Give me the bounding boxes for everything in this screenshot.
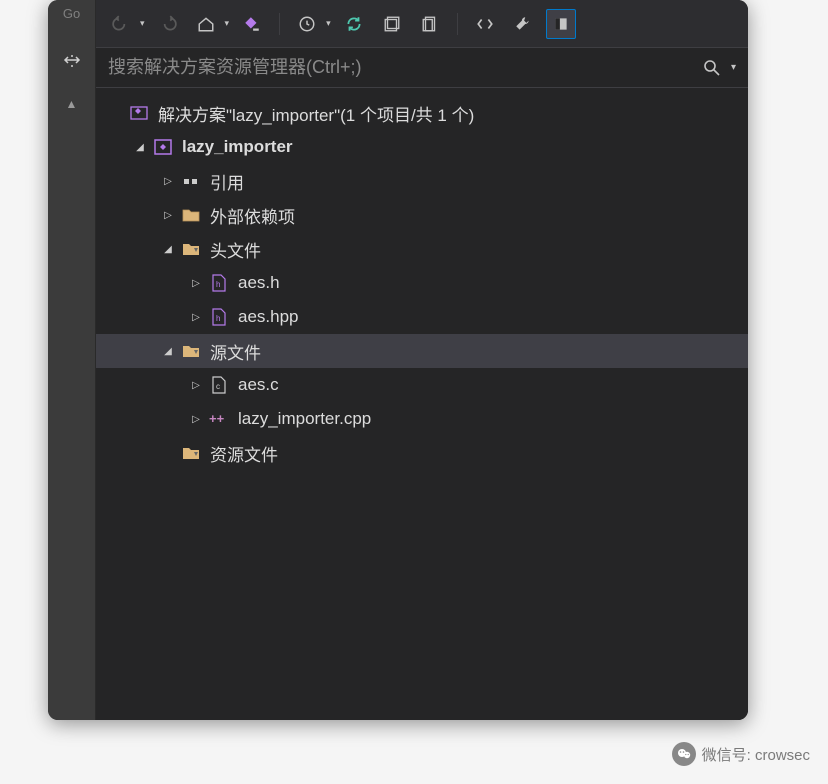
solution-tree: ▶ 解决方案"lazy_importer"(1 个项目/共 1 个) ◢ laz… xyxy=(96,88,748,720)
svg-text:h: h xyxy=(216,314,220,323)
preview-selected-button[interactable] xyxy=(546,9,576,39)
headers-label: 头文件 xyxy=(210,237,261,262)
resources-folder-node[interactable]: ▷ 资源文件 xyxy=(96,436,748,470)
view-code-button[interactable] xyxy=(470,9,500,39)
header-file-icon: h xyxy=(208,272,230,294)
toolbar-separator xyxy=(279,13,280,35)
nav-back-button[interactable] xyxy=(106,9,136,39)
nav-forward-button[interactable] xyxy=(153,9,183,39)
wechat-watermark: 微信号: crowsec xyxy=(672,742,810,766)
filter-folder-icon xyxy=(180,442,202,464)
solution-explorer-panel: Go ▲ ▾ ▾ ▾ xyxy=(48,0,748,720)
file-node[interactable]: ▷ h aes.hpp xyxy=(96,300,748,334)
sync-button[interactable] xyxy=(339,9,369,39)
svg-text:h: h xyxy=(216,280,220,289)
filter-folder-icon xyxy=(180,238,202,260)
project-node[interactable]: ◢ lazy_importer xyxy=(96,130,748,164)
references-icon xyxy=(180,170,202,192)
dropdown-icon[interactable]: ▾ xyxy=(140,18,145,29)
collapse-all-button[interactable] xyxy=(377,9,407,39)
c-file-icon: c xyxy=(208,374,230,396)
solution-icon xyxy=(128,102,150,124)
expander-collapsed-icon[interactable]: ▷ xyxy=(188,275,204,291)
solution-node[interactable]: ▶ 解决方案"lazy_importer"(1 个项目/共 1 个) xyxy=(96,96,748,130)
resources-label: 资源文件 xyxy=(210,441,278,466)
file-node[interactable]: ▷ ++ lazy_importer.cpp xyxy=(96,402,748,436)
search-icon[interactable] xyxy=(699,55,725,81)
folder-icon xyxy=(180,204,202,226)
pending-changes-button[interactable] xyxy=(292,9,322,39)
external-deps-label: 外部依赖项 xyxy=(210,203,295,228)
file-label: lazy_importer.cpp xyxy=(238,409,371,429)
sources-label: 源文件 xyxy=(210,339,261,364)
header-file-icon: h xyxy=(208,306,230,328)
wechat-label: 微信号: crowsec xyxy=(702,744,810,765)
references-label: 引用 xyxy=(210,169,244,194)
dropdown-icon[interactable]: ▾ xyxy=(225,18,230,29)
svg-text:++: ++ xyxy=(209,411,225,426)
filter-folder-icon xyxy=(180,340,202,362)
properties-button[interactable] xyxy=(508,9,538,39)
expander-expanded-icon[interactable]: ◢ xyxy=(132,139,148,155)
file-node[interactable]: ▷ c aes.c xyxy=(96,368,748,402)
expander-collapsed-icon[interactable]: ▷ xyxy=(188,377,204,393)
collapse-icon[interactable]: ▲ xyxy=(48,97,95,111)
external-deps-node[interactable]: ▷ 外部依赖项 xyxy=(96,198,748,232)
toolbar-separator xyxy=(457,13,458,35)
expander-collapsed-icon[interactable]: ▷ xyxy=(188,309,204,325)
file-node[interactable]: ▷ h aes.h xyxy=(96,266,748,300)
editor-gutter: Go ▲ xyxy=(48,0,96,720)
file-label: aes.hpp xyxy=(238,307,299,327)
explorer-toolbar: ▾ ▾ ▾ xyxy=(96,0,748,48)
wechat-icon xyxy=(672,742,696,766)
expander-expanded-icon[interactable]: ◢ xyxy=(160,343,176,359)
switch-views-button[interactable] xyxy=(237,9,267,39)
go-label: Go xyxy=(48,0,95,21)
project-icon xyxy=(152,136,174,158)
expander-collapsed-icon[interactable]: ▷ xyxy=(188,411,204,427)
file-label: aes.h xyxy=(238,273,280,293)
file-label: aes.c xyxy=(238,375,279,395)
show-all-files-button[interactable] xyxy=(415,9,445,39)
cpp-file-icon: ++ xyxy=(208,408,230,430)
dropdown-icon[interactable]: ▾ xyxy=(326,18,331,29)
search-bar: ▾ xyxy=(96,48,748,88)
home-button[interactable] xyxy=(191,9,221,39)
references-node[interactable]: ▷ 引用 xyxy=(96,164,748,198)
split-icon[interactable] xyxy=(48,51,95,75)
search-input[interactable] xyxy=(108,57,699,78)
svg-text:c: c xyxy=(216,382,220,391)
solution-label: 解决方案"lazy_importer"(1 个项目/共 1 个) xyxy=(158,101,474,126)
headers-folder-node[interactable]: ◢ 头文件 xyxy=(96,232,748,266)
sources-folder-node[interactable]: ◢ 源文件 xyxy=(96,334,748,368)
project-label: lazy_importer xyxy=(182,137,293,157)
expander-collapsed-icon[interactable]: ▷ xyxy=(160,207,176,223)
expander-collapsed-icon[interactable]: ▷ xyxy=(160,173,176,189)
expander-expanded-icon[interactable]: ◢ xyxy=(160,241,176,257)
dropdown-icon[interactable]: ▾ xyxy=(731,62,736,73)
